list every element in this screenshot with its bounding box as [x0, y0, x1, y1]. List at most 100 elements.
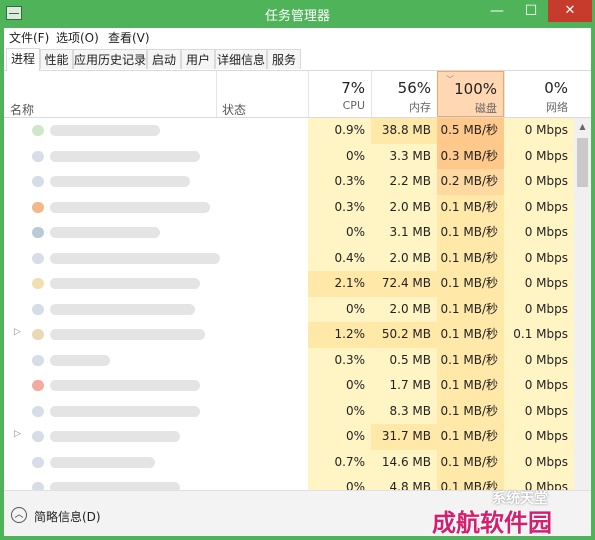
process-icon	[32, 405, 44, 417]
process-icon	[32, 303, 44, 315]
process-list: 0.9% 38.8 MB 0.5 MB/秒 0 Mbps 0% 3.3 MB 0.3 MB/…	[4, 118, 574, 490]
header-cpu[interactable]: 7% CPU	[308, 71, 371, 117]
minimize-button[interactable]: —	[480, 0, 514, 22]
scroll-up-icon[interactable]: ▲	[574, 118, 591, 135]
memory-cell: 1.7 MB	[371, 373, 437, 399]
process-name-redacted	[50, 176, 190, 187]
memory-cell: 31.7 MB	[371, 424, 437, 450]
maximize-button[interactable]: ☐	[514, 0, 548, 22]
network-cell: 0 Mbps	[504, 347, 574, 373]
table-row[interactable]: 2.1% 72.4 MB 0.1 MB/秒 0 Mbps	[4, 271, 574, 297]
process-icon	[32, 201, 44, 213]
vertical-scrollbar[interactable]: ▲	[574, 118, 591, 490]
header-disk[interactable]: ﹀ 100% 磁盘	[437, 71, 504, 117]
disk-cell: 0.1 MB/秒	[437, 194, 504, 220]
memory-percent: 56%	[397, 79, 431, 97]
watermark-logo: 系统天堂 成航软件园	[412, 488, 595, 540]
client-area: 文件(F) 选项(O) 查看(V) 进程 性能 应用历史记录 启动 用户 详细信…	[4, 28, 591, 536]
disk-cell: 0.1 MB/秒	[437, 424, 504, 450]
tab-processes[interactable]: 进程	[6, 48, 40, 71]
disk-cell: 0.1 MB/秒	[437, 322, 504, 348]
table-row[interactable]: 0.9% 38.8 MB 0.5 MB/秒 0 Mbps	[4, 118, 574, 144]
status-cell	[216, 118, 308, 144]
memory-cell: 3.3 MB	[371, 143, 437, 169]
process-name-redacted	[50, 278, 200, 289]
memory-cell: 2.0 MB	[371, 245, 437, 271]
header-network[interactable]: 0% 网络	[504, 71, 574, 117]
process-name-redacted	[50, 431, 180, 442]
expand-chevron-icon[interactable]: ▷	[14, 327, 21, 337]
cpu-cell: 0.7%	[308, 449, 371, 475]
tab-services[interactable]: 服务	[267, 49, 301, 69]
menu-view[interactable]: 查看(V)	[108, 29, 150, 46]
process-name-redacted	[50, 227, 160, 238]
table-row[interactable]: 0.7% 14.6 MB 0.1 MB/秒 0 Mbps	[4, 449, 574, 476]
process-name-redacted	[50, 380, 200, 391]
cpu-label: CPU	[342, 99, 365, 112]
memory-cell: 2.0 MB	[371, 296, 437, 322]
table-row[interactable]: 0% 3.1 MB 0.1 MB/秒 0 Mbps	[4, 220, 574, 246]
table-row[interactable]: 0% 3.3 MB 0.3 MB/秒 0 Mbps	[4, 143, 574, 170]
cpu-cell: 1.2%	[308, 322, 371, 348]
memory-cell: 50.2 MB	[371, 322, 437, 348]
header-memory[interactable]: 56% 内存	[371, 71, 437, 117]
table-row[interactable]: ▷ 1.2% 50.2 MB 0.1 MB/秒 0.1 Mbps	[4, 322, 574, 348]
disk-cell: 0.5 MB/秒	[437, 118, 504, 144]
header-name[interactable]: 名称	[10, 101, 34, 118]
tab-performance[interactable]: 性能	[40, 49, 73, 69]
status-cell	[216, 348, 308, 374]
process-icon	[32, 227, 44, 238]
process-icon	[32, 354, 44, 366]
menu-bar: 文件(F) 选项(O) 查看(V)	[4, 28, 591, 46]
table-row[interactable]: 0.3% 0.5 MB 0.1 MB/秒 0 Mbps	[4, 347, 574, 374]
status-cell	[216, 322, 308, 348]
tab-app-history[interactable]: 应用历史记录	[73, 49, 147, 69]
table-row[interactable]: 0.3% 2.0 MB 0.1 MB/秒 0 Mbps	[4, 194, 574, 221]
tab-startup[interactable]: 启动	[147, 49, 181, 69]
title-bar[interactable]: 任务管理器 — ☐ ✕	[0, 0, 595, 28]
table-row[interactable]: 0% 2.0 MB 0.1 MB/秒 0 Mbps	[4, 296, 574, 323]
table-row[interactable]: 0.4% 2.0 MB 0.1 MB/秒 0 Mbps	[4, 245, 574, 271]
cpu-cell: 0%	[308, 475, 371, 490]
table-row[interactable]: ▷ 0% 31.7 MB 0.1 MB/秒 0 Mbps	[4, 424, 574, 450]
status-cell	[216, 297, 308, 323]
disk-cell: 0.3 MB/秒	[437, 143, 504, 169]
header-separator	[216, 71, 217, 117]
header-status[interactable]: 状态	[222, 101, 246, 118]
menu-options[interactable]: 选项(O)	[56, 29, 99, 46]
memory-cell: 3.1 MB	[371, 220, 437, 246]
process-icon	[32, 482, 44, 490]
close-button[interactable]: ✕	[548, 0, 592, 22]
process-icon	[32, 176, 44, 187]
network-cell: 0 Mbps	[504, 271, 574, 297]
memory-cell: 2.2 MB	[371, 169, 437, 195]
status-cell	[216, 220, 308, 246]
chevron-up-icon[interactable]: ︿	[11, 507, 27, 523]
table-row[interactable]: 0.3% 2.2 MB 0.2 MB/秒 0 Mbps	[4, 169, 574, 195]
network-cell: 0 Mbps	[504, 169, 574, 195]
cpu-cell: 0%	[308, 398, 371, 424]
status-cell	[216, 169, 308, 195]
status-cell	[216, 450, 308, 476]
network-cell: 0 Mbps	[504, 118, 574, 144]
process-name-redacted	[50, 303, 195, 315]
table-row[interactable]: 0% 8.3 MB 0.1 MB/秒 0 Mbps	[4, 398, 574, 424]
scroll-thumb[interactable]	[577, 138, 588, 187]
tab-users[interactable]: 用户	[181, 49, 215, 69]
cpu-cell: 0%	[308, 220, 371, 246]
status-cell	[216, 195, 308, 221]
network-cell: 0 Mbps	[504, 449, 574, 475]
process-name-redacted	[50, 150, 200, 162]
status-cell	[216, 144, 308, 170]
tab-details[interactable]: 详细信息	[215, 49, 267, 69]
process-name-redacted	[50, 456, 155, 468]
table-row[interactable]: 0% 1.7 MB 0.1 MB/秒 0 Mbps	[4, 373, 574, 399]
network-percent: 0%	[544, 79, 568, 97]
fewer-details-link[interactable]: 简略信息(D)	[34, 508, 101, 525]
expand-chevron-icon[interactable]: ▷	[14, 429, 21, 439]
menu-file[interactable]: 文件(F)	[9, 29, 49, 46]
memory-cell: 38.8 MB	[371, 118, 437, 144]
process-icon	[32, 150, 44, 162]
disk-label: 磁盘	[475, 102, 497, 115]
memory-cell: 72.4 MB	[371, 271, 437, 297]
